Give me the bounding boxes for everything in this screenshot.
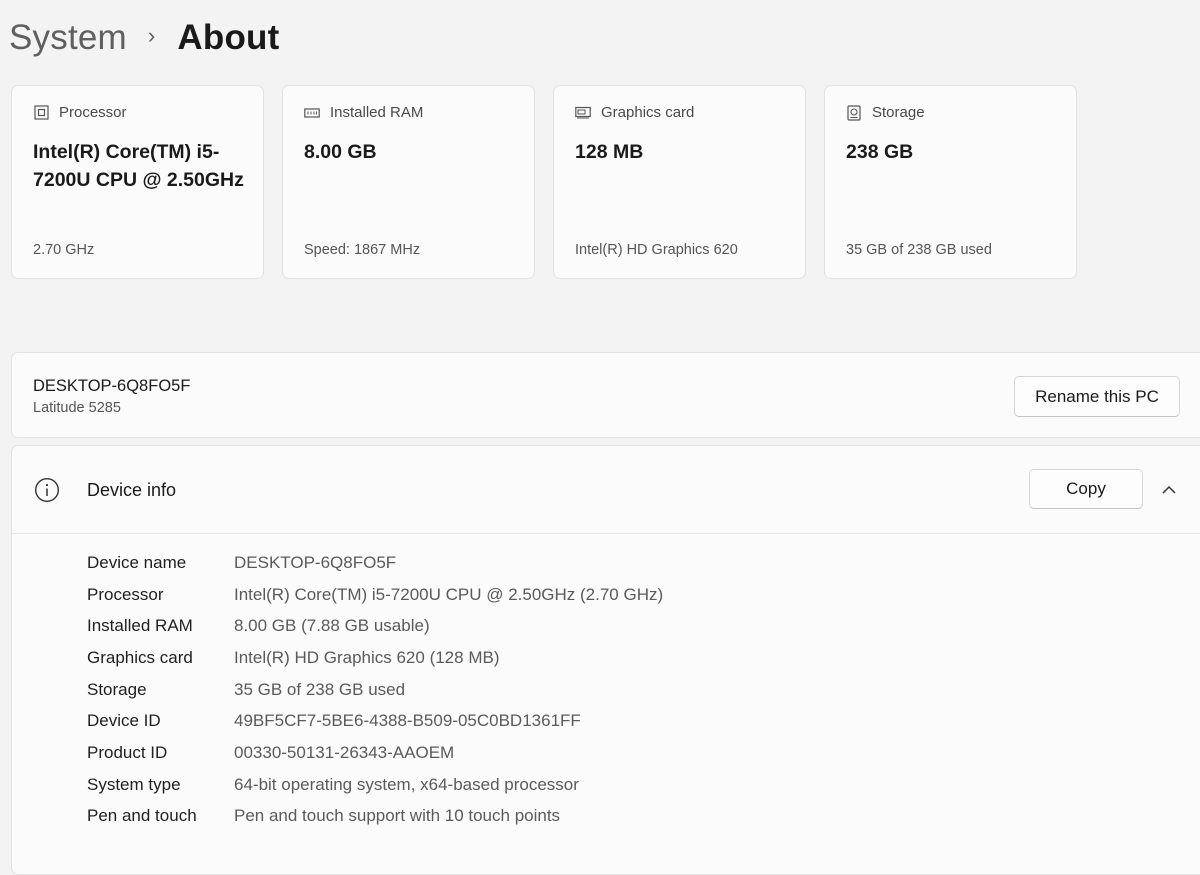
- storage-card-value: 238 GB: [846, 141, 914, 163]
- ram-card-sub: Speed: 1867 MHz: [304, 242, 421, 258]
- spec-label: Device ID: [87, 711, 161, 731]
- spec-value: 00330-50131-26343-AAOEM: [234, 742, 455, 762]
- pc-name: DESKTOP-6Q8FO5F: [33, 377, 191, 395]
- info-icon: [34, 477, 60, 503]
- spec-label: Processor: [87, 584, 164, 604]
- rename-pc-button[interactable]: Rename this PC: [1014, 376, 1180, 417]
- graphics-card-icon: [575, 105, 591, 121]
- storage-card-label: Storage: [872, 104, 925, 121]
- spec-label: System type: [87, 774, 181, 794]
- spec-value: Intel(R) Core(TM) i5-7200U CPU @ 2.50GHz…: [234, 584, 664, 604]
- graphics-card-card: Graphics card 128 MB Intel(R) HD Graphic…: [553, 85, 806, 279]
- spec-label: Installed RAM: [87, 616, 193, 636]
- spec-value: Pen and touch support with 10 touch poin…: [234, 806, 561, 826]
- spec-label: Storage: [87, 679, 147, 699]
- spec-value: 8.00 GB (7.88 GB usable): [234, 616, 430, 636]
- processor-card-value: Intel(R) Core(TM) i5-7200U CPU @ 2.50GHz: [33, 141, 244, 191]
- storage-card-sub: 35 GB of 238 GB used: [846, 242, 992, 258]
- graphics-card-label: Graphics card: [601, 104, 695, 121]
- breadcrumb-chevron-icon: ›: [147, 23, 156, 48]
- spec-row: Processor Intel(R) Core(TM) i5-7200U CPU …: [87, 579, 663, 611]
- spec-label: Graphics card: [87, 647, 193, 667]
- pc-name-row: DESKTOP-6Q8FO5F Latitude 5285 Rename thi…: [11, 352, 1200, 438]
- spec-row: Product ID 00330-50131-26343-AAOEM: [87, 737, 663, 769]
- ram-card: Installed RAM 8.00 GB Speed: 1867 MHz: [282, 85, 535, 279]
- processor-icon: [33, 105, 49, 121]
- graphics-card-value: 128 MB: [575, 141, 644, 163]
- device-info-title: Device info: [87, 480, 177, 500]
- spec-row: Installed RAM 8.00 GB (7.88 GB usable): [87, 610, 663, 642]
- ram-icon: [304, 105, 320, 121]
- spec-row: Device ID 49BF5CF7-5BE6-4388-B509-05C0BD1…: [87, 705, 663, 737]
- copy-button[interactable]: Copy: [1029, 469, 1143, 509]
- spec-label: Product ID: [87, 742, 168, 762]
- spec-row: Pen and touch Pen and touch support with …: [87, 801, 663, 833]
- pc-model: Latitude 5285: [33, 400, 121, 416]
- spec-row: Graphics card Intel(R) HD Graphics 620 (1…: [87, 642, 663, 674]
- device-spec-list: Device name DESKTOP-6Q8FO5F Processor Inte…: [87, 547, 663, 832]
- processor-card-sub: 2.70 GHz: [33, 242, 95, 258]
- storage-card: Storage 238 GB 35 GB of 238 GB used: [824, 85, 1077, 279]
- spec-cards: Processor Intel(R) Core(TM) i5-7200U CPU…: [11, 85, 1077, 279]
- spec-value: 49BF5CF7-5BE6-4388-B509-05C0BD1361FF: [234, 711, 581, 731]
- spec-label: Device name: [87, 552, 187, 572]
- page-title: About: [177, 18, 280, 57]
- spec-row: System type 64-bit operating system, x64-…: [87, 769, 663, 801]
- spec-value: Intel(R) HD Graphics 620 (128 MB): [234, 647, 500, 667]
- chevron-up-icon[interactable]: [1159, 480, 1179, 500]
- spec-row: Device name DESKTOP-6Q8FO5F: [87, 547, 663, 579]
- ram-card-value: 8.00 GB: [304, 141, 377, 163]
- graphics-card-sub: Intel(R) HD Graphics 620: [575, 242, 738, 258]
- ram-card-label: Installed RAM: [330, 104, 424, 121]
- storage-icon: [846, 104, 862, 121]
- spec-row: Storage 35 GB of 238 GB used: [87, 674, 663, 706]
- device-info-section: Device info Copy Device name DESKTOP-6Q8F…: [11, 445, 1200, 875]
- device-info-header[interactable]: Device info Copy: [12, 446, 1200, 534]
- breadcrumb: System › About: [9, 16, 280, 60]
- spec-value: DESKTOP-6Q8FO5F: [234, 552, 397, 572]
- spec-value: 35 GB of 238 GB used: [234, 679, 406, 699]
- spec-label: Pen and touch: [87, 806, 197, 826]
- processor-card-label: Processor: [59, 104, 127, 121]
- spec-value: 64-bit operating system, x64-based proce…: [234, 774, 579, 794]
- processor-card: Processor Intel(R) Core(TM) i5-7200U CPU…: [11, 85, 264, 279]
- breadcrumb-system[interactable]: System: [9, 18, 127, 58]
